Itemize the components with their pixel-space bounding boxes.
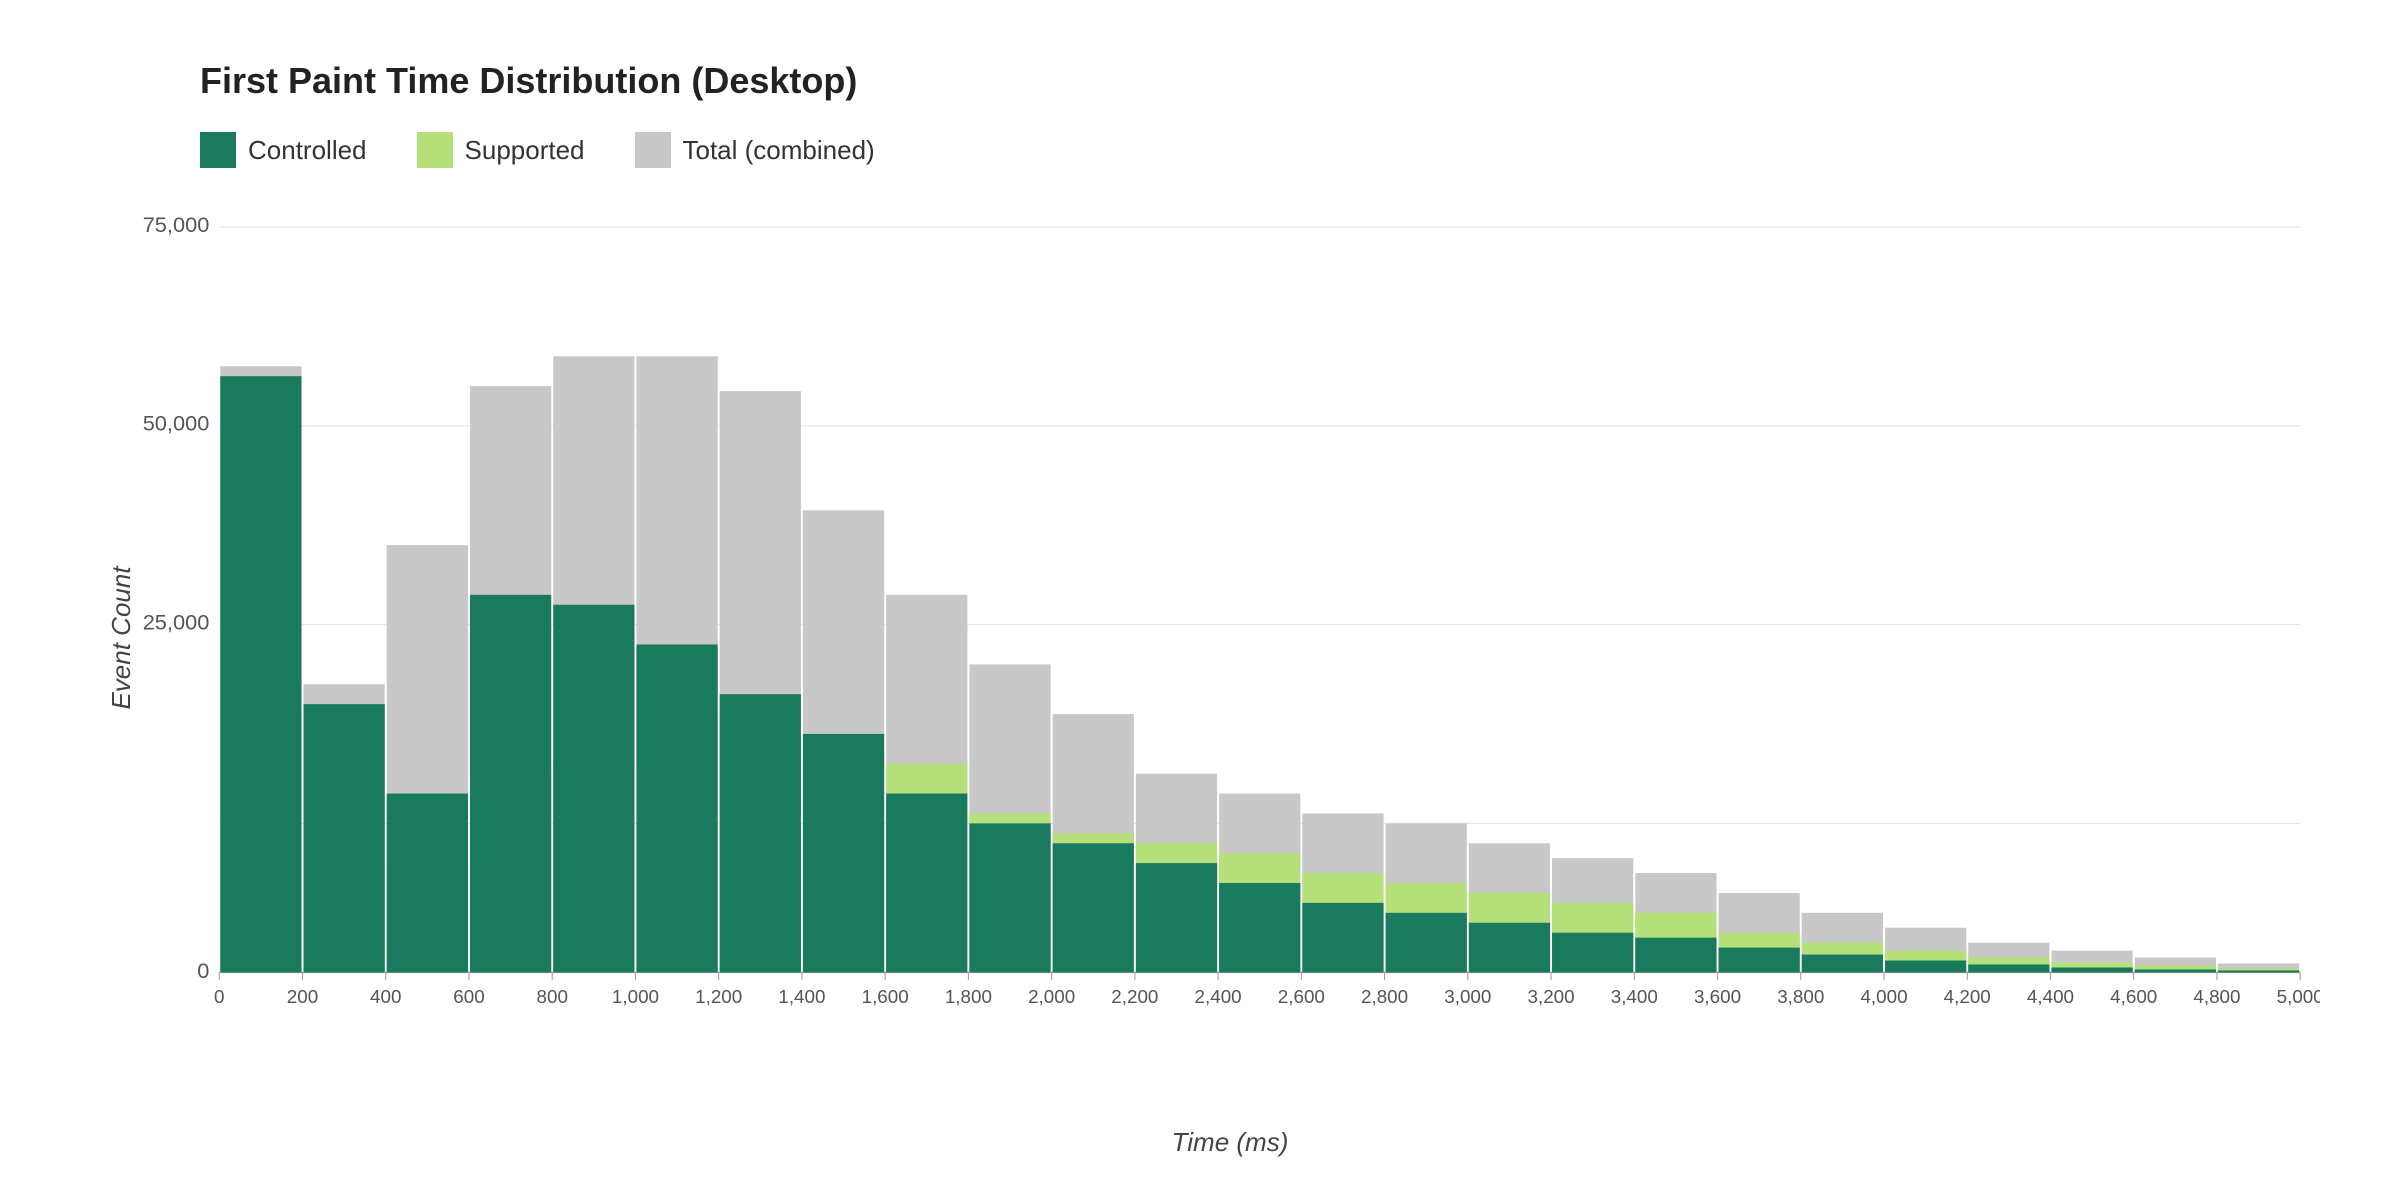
chart-title: First Paint Time Distribution (Desktop) <box>200 60 2320 102</box>
svg-text:1,000: 1,000 <box>612 986 659 1007</box>
svg-text:3,200: 3,200 <box>1528 986 1575 1007</box>
y-axis-label: Event Count <box>106 566 137 709</box>
x-axis-label: Time (ms) <box>1172 1127 1289 1158</box>
svg-text:2,800: 2,800 <box>1361 986 1408 1007</box>
svg-text:4,800: 4,800 <box>2193 986 2240 1007</box>
legend-item-supported: Supported <box>417 132 585 168</box>
svg-text:2,600: 2,600 <box>1278 986 1325 1007</box>
svg-text:600: 600 <box>453 986 484 1007</box>
svg-text:400: 400 <box>370 986 401 1007</box>
svg-text:800: 800 <box>537 986 568 1007</box>
svg-text:0: 0 <box>197 960 209 984</box>
svg-text:0: 0 <box>214 986 224 1007</box>
svg-text:1,200: 1,200 <box>695 986 742 1007</box>
svg-text:3,000: 3,000 <box>1444 986 1491 1007</box>
legend-swatch-total <box>635 132 671 168</box>
svg-text:1,600: 1,600 <box>862 986 909 1007</box>
svg-text:25,000: 25,000 <box>143 611 210 635</box>
legend-item-total: Total (combined) <box>635 132 875 168</box>
svg-text:4,000: 4,000 <box>1860 986 1907 1007</box>
chart-container: First Paint Time Distribution (Desktop) … <box>0 0 2400 1200</box>
chart-area: Event Count Time (ms) 75,000 50,000 25,0… <box>140 208 2320 1068</box>
svg-text:2,400: 2,400 <box>1195 986 1242 1007</box>
svg-text:4,400: 4,400 <box>2027 986 2074 1007</box>
svg-text:4,600: 4,600 <box>2110 986 2157 1007</box>
svg-text:5,000: 5,000 <box>2277 986 2320 1007</box>
svg-text:1,800: 1,800 <box>945 986 992 1007</box>
legend-swatch-supported <box>417 132 453 168</box>
legend-label-controlled: Controlled <box>248 135 367 166</box>
svg-text:1,400: 1,400 <box>778 986 825 1007</box>
svg-text:2,200: 2,200 <box>1111 986 1158 1007</box>
legend-swatch-controlled <box>200 132 236 168</box>
chart-svg: 75,000 50,000 25,000 0 0 200 400 600 800 1,00… <box>140 208 2320 1068</box>
legend-label-supported: Supported <box>465 135 585 166</box>
svg-text:50,000: 50,000 <box>143 412 210 436</box>
svg-text:75,000: 75,000 <box>143 213 210 237</box>
svg-text:3,400: 3,400 <box>1611 986 1658 1007</box>
svg-text:3,600: 3,600 <box>1694 986 1741 1007</box>
svg-text:200: 200 <box>287 986 318 1007</box>
legend-label-total: Total (combined) <box>683 135 875 166</box>
legend-item-controlled: Controlled <box>200 132 367 168</box>
svg-text:3,800: 3,800 <box>1777 986 1824 1007</box>
chart-legend: Controlled Supported Total (combined) <box>200 132 2320 168</box>
svg-text:4,200: 4,200 <box>1944 986 1991 1007</box>
svg-text:2,000: 2,000 <box>1028 986 1075 1007</box>
